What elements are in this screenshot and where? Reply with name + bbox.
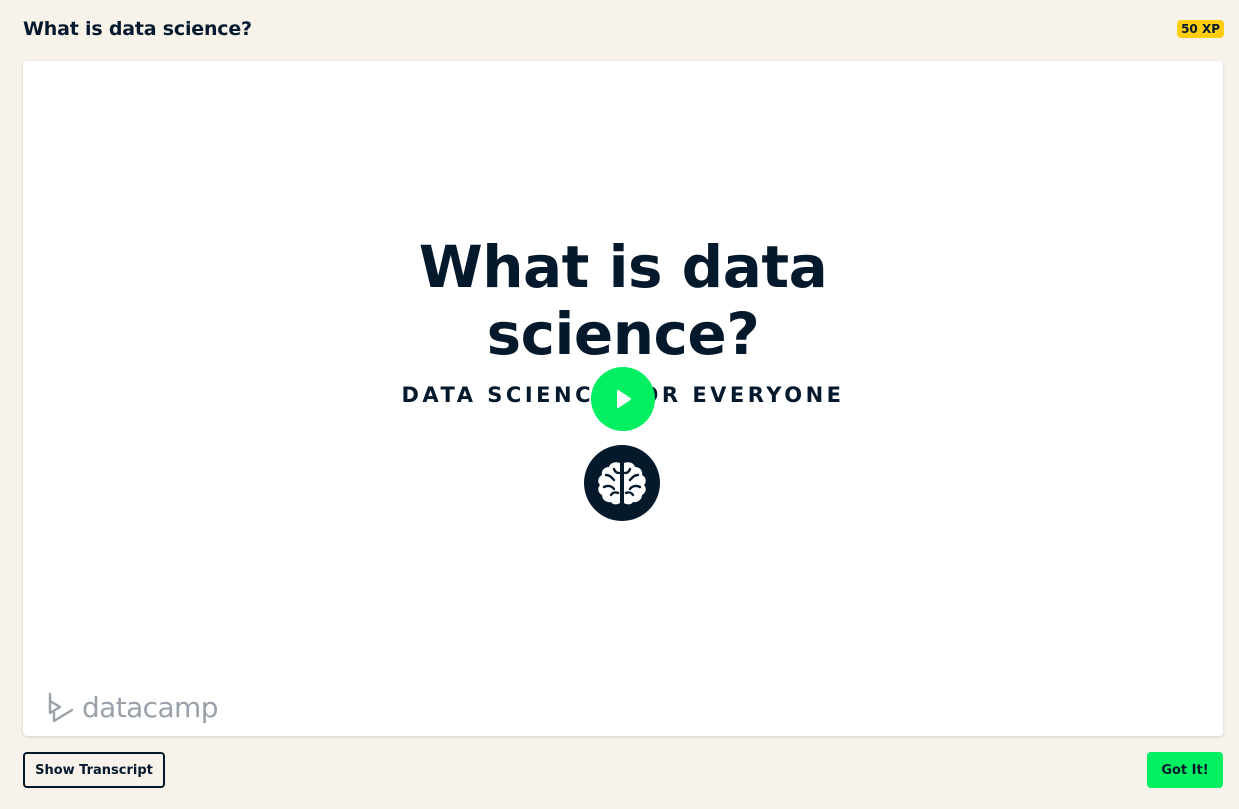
xp-badge: 50 XP bbox=[1177, 20, 1224, 38]
got-it-button[interactable]: Got It! bbox=[1147, 752, 1223, 788]
brain-icon bbox=[584, 445, 660, 521]
slide-title-line-1: What is data bbox=[418, 233, 828, 301]
slide-title-line-2: science? bbox=[486, 300, 760, 368]
play-icon bbox=[617, 390, 631, 408]
datacamp-logo-icon bbox=[48, 692, 74, 723]
datacamp-logo-text: datacamp bbox=[82, 691, 218, 724]
video-player[interactable]: What is data science? DATA SCIENCE FOR E… bbox=[23, 61, 1223, 736]
slide-title: What is data science? bbox=[23, 234, 1223, 368]
datacamp-logo: datacamp bbox=[48, 690, 218, 726]
show-transcript-button[interactable]: Show Transcript bbox=[23, 752, 165, 788]
exercise-title: What is data science? bbox=[23, 18, 252, 40]
play-button[interactable] bbox=[591, 367, 655, 431]
